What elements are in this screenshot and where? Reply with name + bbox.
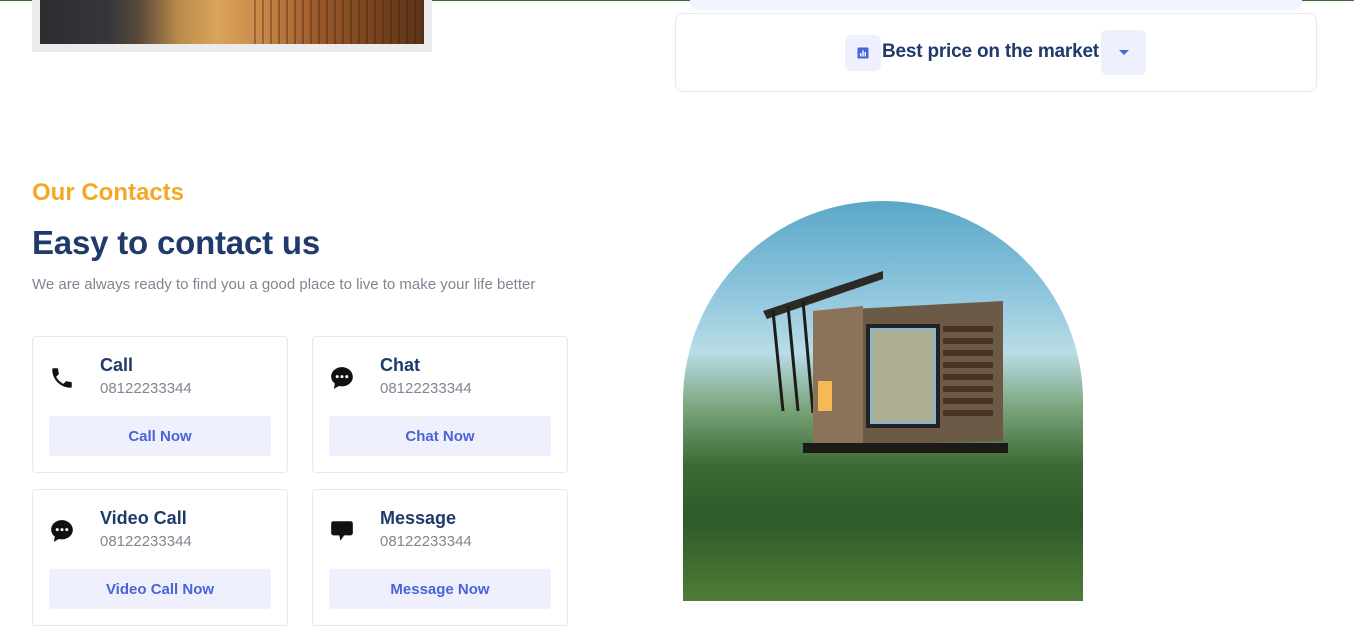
section-eyebrow: Our Contacts xyxy=(32,179,185,206)
accordion-item[interactable]: Best price on the market xyxy=(675,13,1317,92)
contact-card-call: Call 08122233344 Call Now xyxy=(32,336,288,473)
contact-card-title: Chat xyxy=(380,355,420,375)
contact-card-number: 08122233344 xyxy=(380,533,472,550)
contact-card-title: Call xyxy=(100,355,134,375)
contact-card-title: Message xyxy=(380,508,457,528)
house-illustration xyxy=(763,271,1008,453)
accordion-item-above xyxy=(690,0,1302,10)
contact-card-title: Video Call xyxy=(100,508,187,528)
message-now-button[interactable]: Message Now xyxy=(329,569,551,609)
contact-card-number: 08122233344 xyxy=(100,533,192,550)
contact-card-chat: Chat 08122233344 Chat Now xyxy=(312,336,568,473)
chat-icon xyxy=(329,365,355,391)
chevron-down-icon[interactable] xyxy=(1101,30,1146,75)
contact-card-number: 08122233344 xyxy=(100,380,192,397)
property-image xyxy=(40,0,424,44)
video-chat-icon xyxy=(49,518,75,544)
contact-card-number: 08122233344 xyxy=(380,380,472,397)
call-now-button[interactable]: Call Now xyxy=(49,416,271,456)
house-image xyxy=(683,201,1083,601)
contact-card-message: Message 08122233344 Message Now xyxy=(312,489,568,626)
contact-card-video-call: Video Call 08122233344 Video Call Now xyxy=(32,489,288,626)
video-call-now-button[interactable]: Video Call Now xyxy=(49,569,271,609)
section-subtext: We are always ready to find you a good p… xyxy=(32,276,536,293)
section-heading: Easy to contact us xyxy=(32,224,320,261)
chat-now-button[interactable]: Chat Now xyxy=(329,416,551,456)
phone-icon xyxy=(49,365,75,391)
property-image-frame xyxy=(32,0,432,52)
message-icon xyxy=(329,518,355,544)
chart-icon xyxy=(845,35,881,71)
accordion-title: Best price on the market xyxy=(882,41,1099,62)
